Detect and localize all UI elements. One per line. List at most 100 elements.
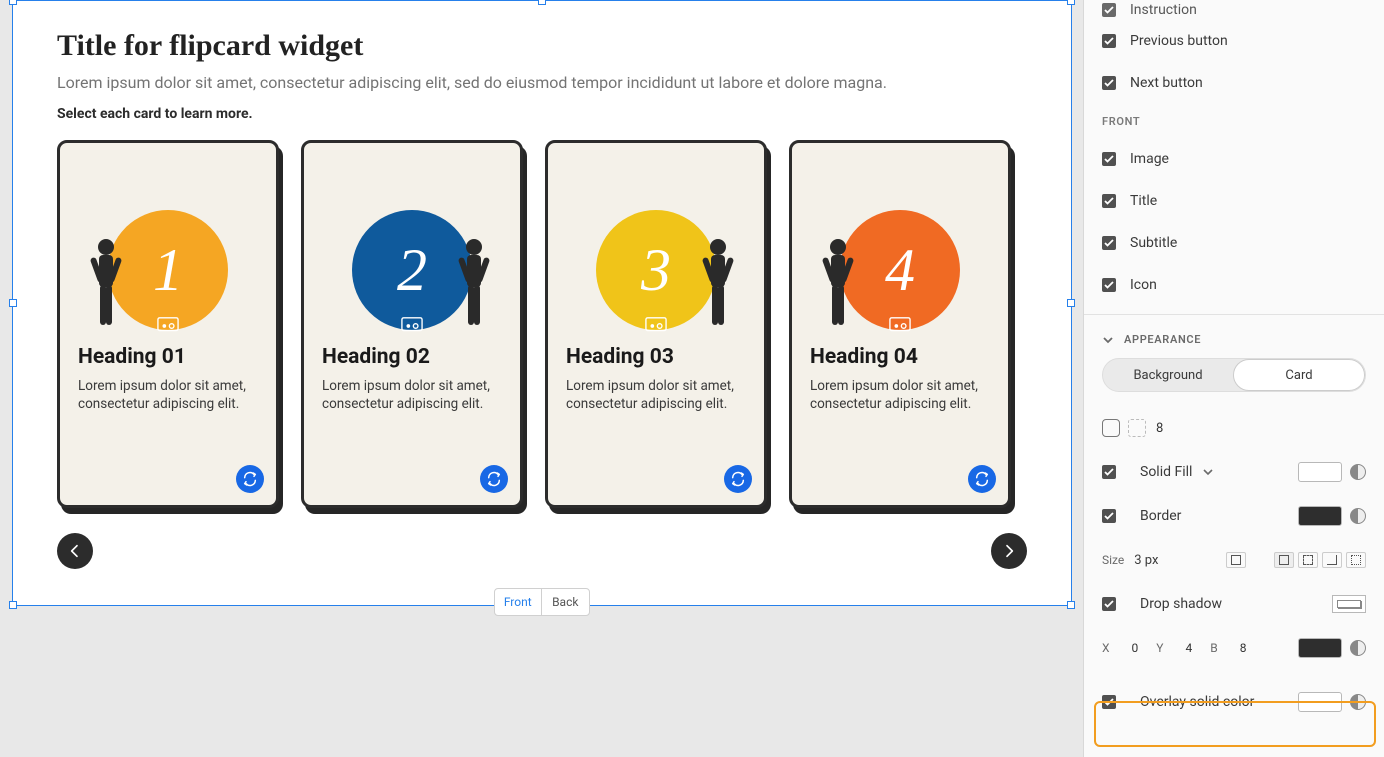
- front-back-toggle[interactable]: Front Back: [494, 588, 590, 616]
- opacity-icon[interactable]: [1350, 464, 1366, 480]
- checkbox-instruction[interactable]: [1102, 3, 1116, 17]
- border-style-solid-icon[interactable]: [1274, 552, 1294, 568]
- person-illustration: [814, 235, 862, 335]
- shadow-color-swatch[interactable]: [1298, 638, 1342, 658]
- checkbox-border[interactable]: [1102, 509, 1116, 523]
- segment-card[interactable]: Card: [1233, 359, 1365, 391]
- checkbox-previous-button[interactable]: [1102, 34, 1116, 48]
- checkbox-icon[interactable]: [1102, 278, 1116, 292]
- card-image-area: 1: [78, 155, 258, 345]
- widget-title[interactable]: Title for flipcard widget: [57, 29, 1027, 63]
- shadow-y-label: Y: [1156, 641, 1163, 655]
- check-icon: [1104, 238, 1114, 248]
- solid-fill-row: Solid Fill: [1084, 450, 1384, 494]
- appearance-label: APPEARANCE: [1124, 333, 1201, 346]
- flipcard[interactable]: 2 Heading 02 Lorem ipsum dolor sit amet,…: [301, 140, 523, 508]
- checkbox-title[interactable]: [1102, 194, 1116, 208]
- border-style-group: [1274, 552, 1366, 568]
- selection-handle[interactable]: [9, 299, 17, 307]
- checkbox-image[interactable]: [1102, 152, 1116, 166]
- person-illustration: [450, 235, 498, 335]
- card-body: Lorem ipsum dolor sit amet, consectetur …: [78, 377, 258, 413]
- flipcard-widget-frame[interactable]: Title for flipcard widget Lorem ipsum do…: [12, 0, 1072, 606]
- card-body: Lorem ipsum dolor sit amet, consectetur …: [810, 377, 990, 413]
- person-illustration: [694, 235, 742, 335]
- opacity-icon[interactable]: [1350, 640, 1366, 656]
- card-image-area: 3: [566, 155, 746, 345]
- shadow-b-value[interactable]: 8: [1240, 641, 1247, 655]
- widget-subtitle[interactable]: Lorem ipsum dolor sit amet, consectetur …: [57, 73, 1027, 92]
- selection-handle[interactable]: [9, 601, 17, 609]
- flip-button[interactable]: [236, 465, 264, 493]
- flipcard[interactable]: 1 Heading 01 Lorem ipsum dolor sit amet,…: [57, 140, 279, 508]
- opacity-icon[interactable]: [1350, 508, 1366, 524]
- checkbox-next-button[interactable]: [1102, 76, 1116, 90]
- flip-button[interactable]: [480, 465, 508, 493]
- checkbox-label: Instruction: [1130, 2, 1197, 18]
- border-side-all-icon[interactable]: [1226, 552, 1246, 568]
- flip-button[interactable]: [724, 465, 752, 493]
- corner-rounded-icon[interactable]: [1102, 419, 1120, 437]
- card-image-area: 4: [810, 155, 990, 345]
- flip-button[interactable]: [968, 465, 996, 493]
- shadow-y-value[interactable]: 4: [1186, 641, 1193, 655]
- card-row: 1 Heading 01 Lorem ipsum dolor sit amet,…: [57, 140, 1027, 508]
- fill-color-swatch[interactable]: [1298, 462, 1342, 482]
- card-body: Lorem ipsum dolor sit amet, consectetur …: [322, 377, 502, 413]
- flipcard[interactable]: 3 Heading 03 Lorem ipsum dolor sit amet,…: [545, 140, 767, 508]
- size-value[interactable]: 3 px: [1134, 553, 1158, 568]
- selection-handle[interactable]: [9, 0, 17, 5]
- card-type-icon: [157, 315, 179, 333]
- shadow-b-label: B: [1210, 641, 1217, 655]
- check-icon: [1104, 78, 1114, 88]
- drop-shadow-label: Drop shadow: [1140, 596, 1222, 612]
- border-style-dash-icon[interactable]: [1298, 552, 1318, 568]
- selection-handle[interactable]: [1067, 601, 1075, 609]
- shadow-x-value[interactable]: 0: [1132, 641, 1139, 655]
- card-type-icon: [645, 315, 667, 333]
- check-icon: [1104, 280, 1114, 290]
- check-icon: [1104, 154, 1114, 164]
- shadow-preview-icon[interactable]: [1332, 595, 1366, 613]
- selection-handle[interactable]: [1067, 299, 1075, 307]
- selection-handle[interactable]: [538, 0, 546, 5]
- drop-shadow-row: Drop shadow: [1084, 582, 1384, 626]
- previous-button[interactable]: [57, 533, 93, 569]
- chevron-down-icon[interactable]: [1202, 466, 1214, 478]
- checkbox-label: Image: [1130, 151, 1169, 167]
- selection-handle[interactable]: [1067, 0, 1075, 5]
- checkbox-subtitle[interactable]: [1102, 236, 1116, 250]
- card-heading: Heading 03: [566, 345, 746, 369]
- properties-panel: Instruction Previous button Next button …: [1083, 0, 1384, 757]
- back-tab[interactable]: Back: [542, 589, 589, 615]
- canvas-area: Title for flipcard widget Lorem ipsum do…: [0, 0, 1083, 757]
- border-style-mixed-icon[interactable]: [1346, 552, 1366, 568]
- next-button[interactable]: [991, 533, 1027, 569]
- annotation-highlight: [1094, 701, 1376, 747]
- card-heading: Heading 02: [322, 345, 502, 369]
- checkbox-label: Previous button: [1130, 33, 1228, 49]
- border-size-row: Size 3 px: [1084, 538, 1384, 582]
- checkbox-solid-fill[interactable]: [1102, 465, 1116, 479]
- border-color-swatch[interactable]: [1298, 506, 1342, 526]
- front-tab[interactable]: Front: [495, 589, 543, 615]
- section-label-front: FRONT: [1102, 104, 1366, 138]
- widget-instruction[interactable]: Select each card to learn more.: [57, 106, 1027, 122]
- corner-radius-row: 8: [1084, 406, 1384, 450]
- card-body: Lorem ipsum dolor sit amet, consectetur …: [566, 377, 746, 413]
- segment-background[interactable]: Background: [1103, 359, 1233, 391]
- flipcard[interactable]: 4 Heading 04 Lorem ipsum dolor sit amet,…: [789, 140, 1011, 508]
- chevron-down-icon: [1102, 334, 1114, 346]
- check-icon: [1104, 467, 1114, 477]
- size-label: Size: [1102, 553, 1124, 567]
- corner-radius-value[interactable]: 8: [1156, 421, 1196, 436]
- border-style-dot-icon[interactable]: [1322, 552, 1342, 568]
- card-type-icon: [889, 315, 911, 333]
- card-image-area: 2: [322, 155, 502, 345]
- solid-fill-label: Solid Fill: [1140, 464, 1192, 480]
- checkbox-drop-shadow[interactable]: [1102, 597, 1116, 611]
- appearance-segment[interactable]: Background Card: [1102, 358, 1366, 392]
- corner-separate-icon[interactable]: [1128, 419, 1146, 437]
- check-icon: [1104, 5, 1114, 15]
- appearance-header[interactable]: APPEARANCE: [1084, 315, 1384, 358]
